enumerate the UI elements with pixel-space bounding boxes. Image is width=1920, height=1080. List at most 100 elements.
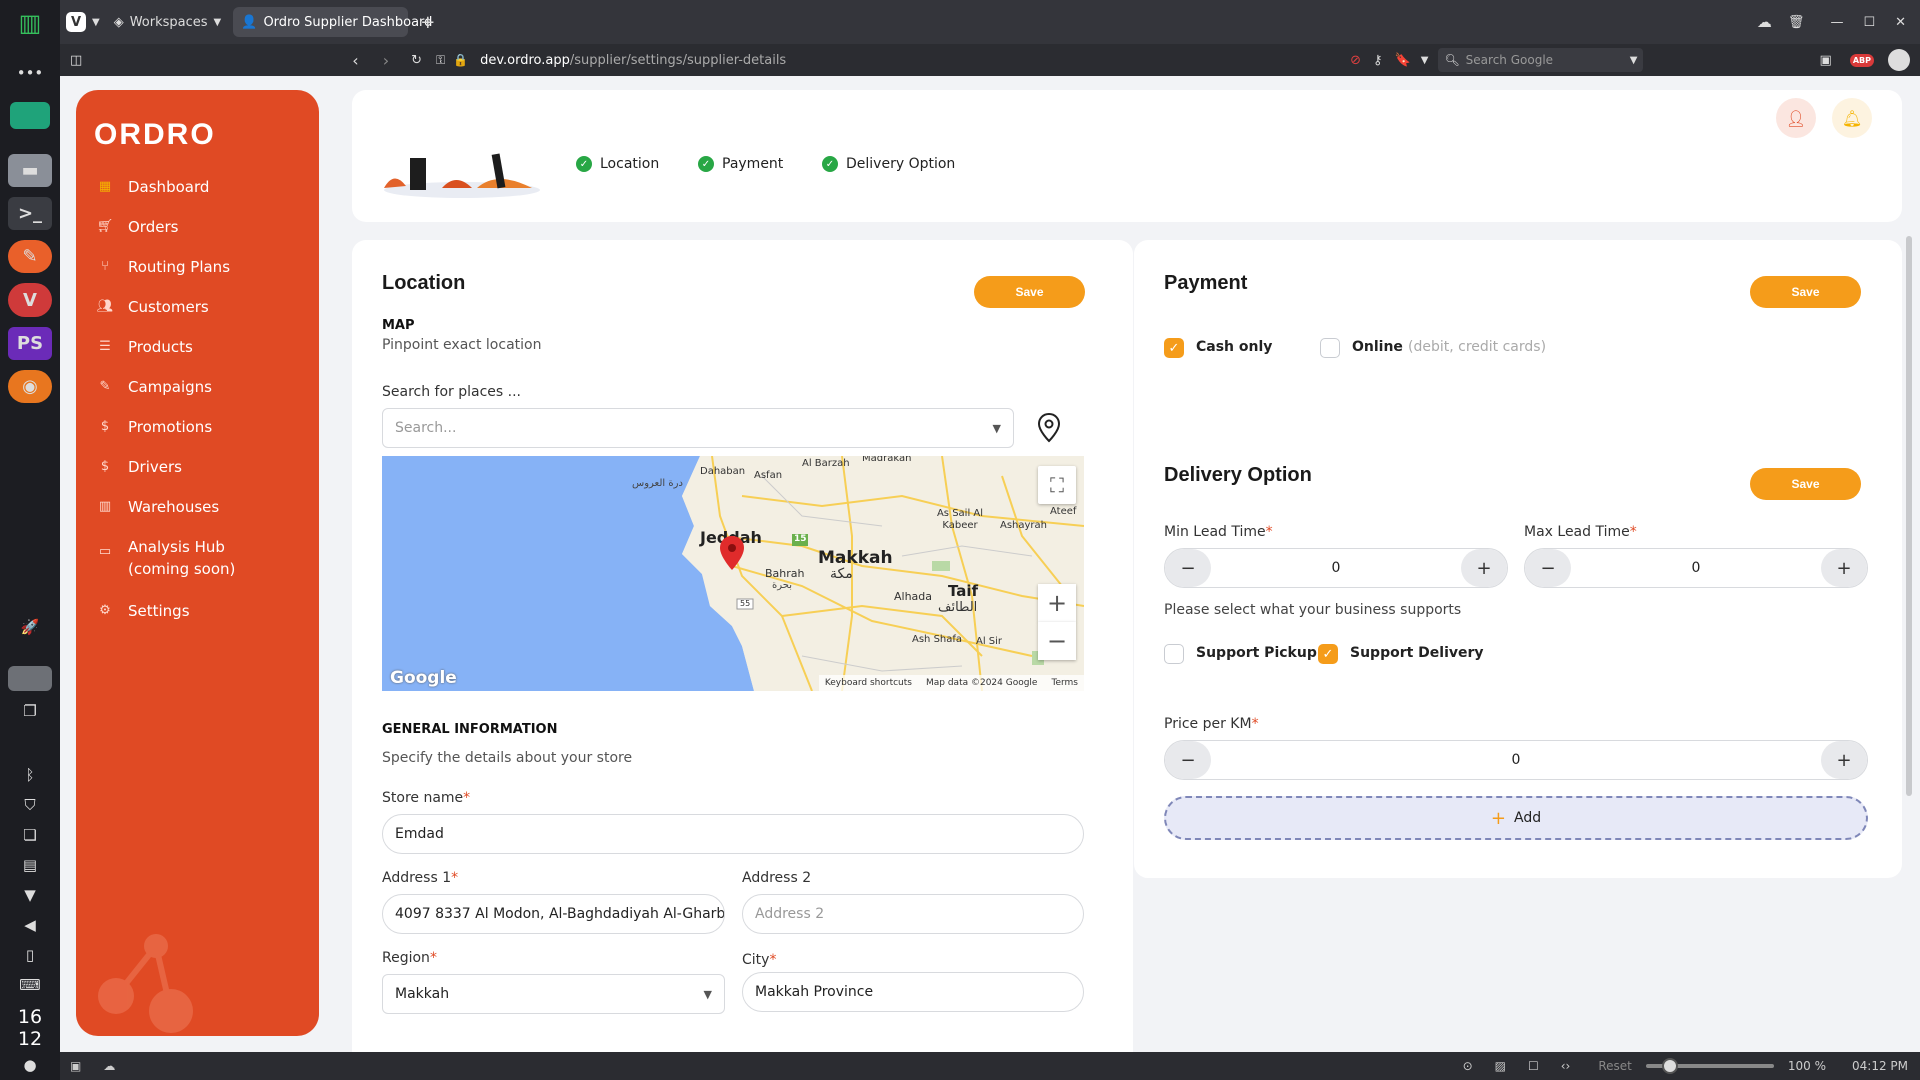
min-lead-decrement-button[interactable]: −	[1165, 549, 1211, 587]
payment-save-button[interactable]: Save	[1750, 276, 1861, 308]
sidebar-item-products[interactable]: ☰ Products	[76, 336, 319, 358]
max-lead-time-value[interactable]: 0	[1571, 560, 1821, 576]
sidebar-item-analysis-hub[interactable]: ▭ Analysis Hub (coming soon)	[76, 536, 319, 580]
permission-icon[interactable]: ⊘	[1350, 53, 1361, 68]
cloud-icon[interactable]: ☁	[1757, 13, 1772, 31]
places-search-input[interactable]: Search... ▼	[382, 408, 1014, 448]
cash-only-label[interactable]: Cash only	[1196, 339, 1272, 355]
desktop-icon[interactable]	[10, 102, 50, 129]
user-avatar-button[interactable]: 👤︎	[1776, 98, 1816, 138]
sidebar-item-campaigns[interactable]: ✎ Campaigns	[76, 376, 319, 398]
panel-toggle-icon[interactable]: ◫	[70, 53, 82, 68]
user-icon[interactable]: ●	[8, 1056, 52, 1074]
chevron-down-icon[interactable]: ▼	[92, 17, 100, 28]
price-per-km-stepper[interactable]: − 0 +	[1164, 740, 1868, 780]
sync-cloud-icon[interactable]: ☁	[103, 1059, 115, 1073]
capture-icon[interactable]: ⊙	[1463, 1059, 1473, 1073]
map-terms-link[interactable]: Terms	[1051, 678, 1078, 688]
zoom-reset-button[interactable]: Reset	[1598, 1059, 1632, 1073]
clipboard-icon[interactable]: ❏	[8, 826, 52, 844]
zoom-slider[interactable]	[1645, 1058, 1774, 1074]
trash-icon[interactable]: 🗑	[1788, 15, 1805, 30]
contact-icon[interactable]: ▤	[8, 856, 52, 874]
zoom-slider-handle[interactable]	[1661, 1058, 1678, 1074]
minimize-icon[interactable]: —	[1830, 15, 1843, 30]
manjaro-icon[interactable]: ▥	[8, 6, 52, 39]
region-select[interactable]: Makkah ▼	[382, 974, 725, 1014]
support-delivery-label[interactable]: Support Delivery	[1350, 645, 1484, 661]
tiling-icon[interactable]: ☐	[1528, 1059, 1539, 1073]
min-lead-time-value[interactable]: 0	[1211, 560, 1461, 576]
google-map[interactable]: درة العروس Dahaban Asfan Al Barzah Madra…	[382, 456, 1084, 691]
online-checkbox[interactable]	[1320, 338, 1340, 358]
extension-icon[interactable]: ▣	[1820, 53, 1832, 68]
phpstorm-icon[interactable]: PS	[8, 326, 52, 360]
zoom-in-button[interactable]: +	[1038, 584, 1076, 622]
close-icon[interactable]: ✕	[1895, 15, 1906, 30]
files-icon[interactable]: ▬	[8, 153, 52, 188]
adblock-icon[interactable]: ABP	[1849, 53, 1874, 67]
delivery-save-button[interactable]: Save	[1750, 468, 1861, 500]
rocket-icon[interactable]: 🚀	[8, 618, 52, 636]
vivaldi-menu-icon[interactable]: V	[66, 12, 86, 32]
chevron-down-icon[interactable]: ▼	[993, 422, 1001, 435]
terminal-icon[interactable]: >_	[8, 197, 52, 231]
search-google-field[interactable]: 🔍︎ Search Google ▼	[1438, 48, 1644, 72]
keyboard-icon[interactable]: ⌨	[8, 976, 52, 994]
shield-icon[interactable]: ⛉	[8, 796, 52, 814]
max-lead-decrement-button[interactable]: −	[1525, 549, 1571, 587]
url-field[interactable]: dev.ordro.app /supplier/settings/supplie…	[480, 53, 1280, 68]
back-icon[interactable]: ‹	[352, 51, 358, 70]
online-label[interactable]: Online	[1352, 339, 1403, 355]
workspaces-chevron-icon[interactable]: ▼	[214, 17, 222, 28]
key-icon[interactable]: ⚷	[1373, 53, 1383, 68]
wifi-icon[interactable]: ▼	[8, 886, 52, 904]
more-icon[interactable]: •••	[8, 64, 52, 82]
pen-icon[interactable]: ✎	[8, 240, 52, 274]
notification-bell-button[interactable]: 🔔︎	[1832, 98, 1872, 138]
support-pickup-checkbox[interactable]	[1164, 644, 1184, 664]
price-decrement-button[interactable]: −	[1165, 741, 1211, 779]
min-lead-increment-button[interactable]: +	[1461, 549, 1507, 587]
store-name-input[interactable]: Emdad	[382, 814, 1084, 854]
tab-ordro[interactable]: 👤 Ordro Supplier Dashboard	[233, 7, 432, 37]
workspaces-icon[interactable]: ◈	[114, 15, 124, 30]
sidebar-item-orders[interactable]: 🛒︎ Orders	[76, 216, 319, 238]
profile-icon[interactable]	[1888, 49, 1910, 71]
battery-icon[interactable]: ▯	[8, 946, 52, 964]
new-tab-icon[interactable]: +	[420, 12, 435, 33]
workspace-thumb[interactable]	[8, 666, 52, 692]
support-delivery-checkbox[interactable]: ✓	[1318, 644, 1338, 664]
address2-input[interactable]: Address 2	[742, 894, 1084, 934]
sidebar-item-drivers[interactable]: $ Drivers	[76, 456, 319, 478]
cash-only-checkbox[interactable]: ✓	[1164, 338, 1184, 358]
location-save-button[interactable]: Save	[974, 276, 1085, 308]
sidebar-item-routing-plans[interactable]: ⑂ Routing Plans	[76, 256, 319, 278]
windows-icon[interactable]: ❐	[8, 702, 52, 720]
city-input[interactable]: Makkah Province	[742, 972, 1084, 1012]
chevron-down-icon[interactable]: ▼	[704, 988, 712, 1001]
page-scrollbar[interactable]	[1906, 236, 1912, 796]
max-lead-increment-button[interactable]: +	[1821, 549, 1867, 587]
volume-icon[interactable]: ◀	[8, 916, 52, 934]
bluetooth-icon[interactable]: ᛒ	[8, 766, 52, 784]
reload-icon[interactable]: ↻	[411, 53, 422, 68]
firefox-icon[interactable]: ◉	[8, 369, 52, 404]
workspaces-label[interactable]: Workspaces	[130, 15, 208, 30]
min-lead-time-stepper[interactable]: − 0 +	[1164, 548, 1508, 588]
locate-pin-button[interactable]	[1036, 412, 1062, 444]
maximize-icon[interactable]: ☐	[1863, 15, 1875, 30]
vivaldi-icon[interactable]: V	[8, 283, 52, 317]
image-icon[interactable]: ▨	[1495, 1059, 1506, 1073]
sidebar-item-warehouses[interactable]: ▥ Warehouses	[76, 496, 319, 518]
add-button[interactable]: + Add	[1164, 796, 1868, 840]
sidebar-item-dashboard[interactable]: ▦ Dashboard	[76, 176, 319, 198]
search-engine-dropdown-icon[interactable]: ▼	[1630, 55, 1638, 66]
sidebar-item-promotions[interactable]: $ Promotions	[76, 416, 319, 438]
keyboard-shortcuts-link[interactable]: Keyboard shortcuts	[825, 678, 912, 688]
fullscreen-button[interactable]: ⛶	[1038, 466, 1076, 504]
url-dropdown-icon[interactable]: ▼	[1421, 55, 1429, 66]
price-per-km-value[interactable]: 0	[1211, 752, 1821, 768]
address1-input[interactable]: 4097 8337 Al Modon, Al-Baghdadiyah Al-Gh…	[382, 894, 725, 934]
support-pickup-label[interactable]: Support Pickup	[1196, 645, 1317, 661]
